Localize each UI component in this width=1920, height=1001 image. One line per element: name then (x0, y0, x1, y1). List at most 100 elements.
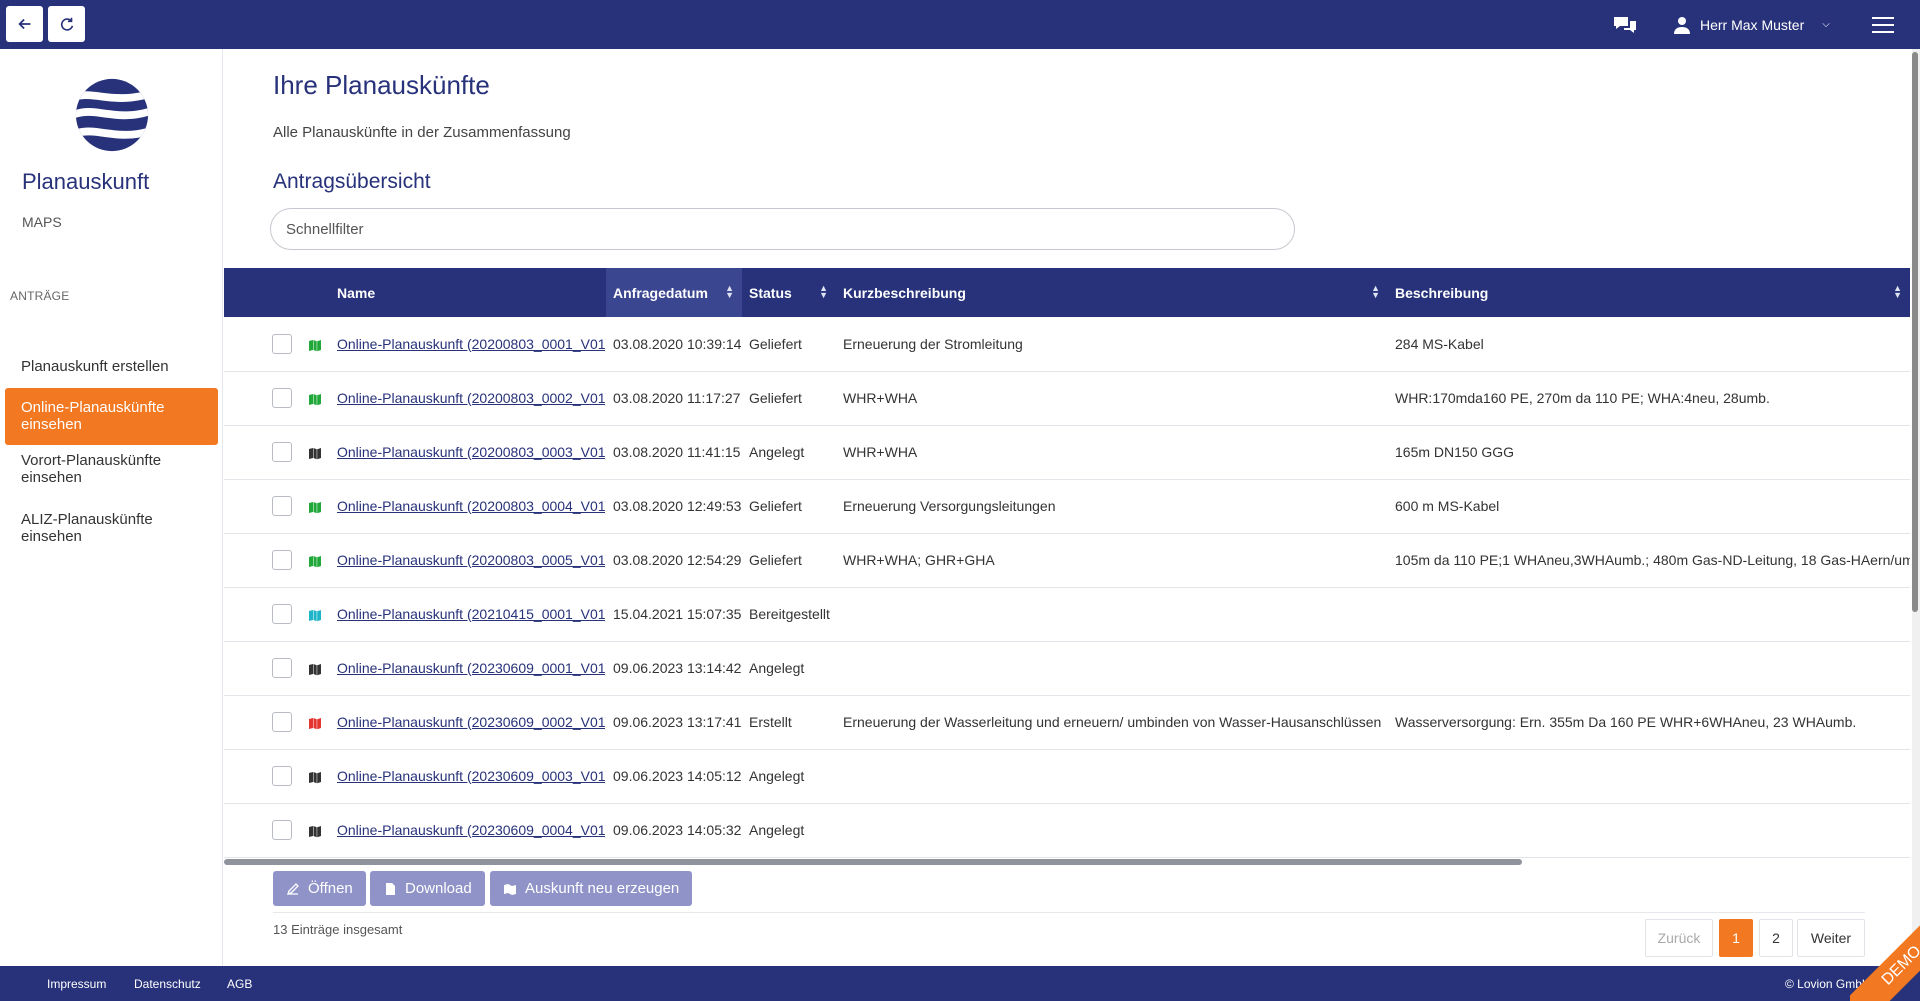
row-name-link[interactable]: Online-Planauskunft (20230609_0001_V01) (337, 660, 606, 676)
row-name-link[interactable]: Online-Planauskunft (20200803_0003_V01) (337, 444, 606, 460)
page-title: Ihre Planauskünfte (273, 70, 490, 100)
open-button-label: Öffnen (308, 880, 353, 897)
sidebar-item-aliz-planauskuenfte[interactable]: ALIZ-Planauskünfte einsehen (5, 506, 218, 565)
table-row[interactable]: Online-Planauskunft (20200803_0002_V01) 0… (224, 371, 1910, 425)
table-row[interactable]: Online-Planauskunft (20200803_0001_V01) 0… (224, 317, 1910, 371)
row-date: 03.08.2020 12:49:53 (613, 498, 742, 514)
brand-subtitle: MAPS (22, 214, 62, 230)
row-status: Geliefert (749, 552, 802, 568)
row-select-cell (224, 695, 300, 749)
chat-icon (1614, 16, 1636, 33)
sidebar-item-online-planauskuenfte[interactable]: Online-Planauskünfte einsehen (5, 388, 218, 445)
table-row[interactable]: Online-Planauskunft (20200803_0005_V01) 0… (224, 533, 1910, 587)
vertical-scrollbar[interactable] (1912, 52, 1918, 612)
row-date: 09.06.2023 13:14:42 (613, 660, 742, 676)
header-short-description[interactable]: Kurzbeschreibung ▲ ▼ (836, 268, 1388, 317)
row-name-link[interactable]: Online-Planauskunft (20200803_0002_V01) (337, 390, 606, 406)
horizontal-scrollbar[interactable] (224, 859, 1522, 865)
row-date: 03.08.2020 12:54:29 (613, 552, 742, 568)
row-date: 03.08.2020 10:39:14 (613, 335, 742, 352)
table-row[interactable]: Online-Planauskunft (20230609_0003_V01) 0… (224, 749, 1910, 803)
row-short-description: WHR+WHA; GHR+GHA (843, 552, 995, 568)
back-button[interactable] (6, 6, 43, 42)
table-row[interactable]: Online-Planauskunft (20230609_0001_V01) 0… (224, 641, 1910, 695)
map-icon (309, 609, 321, 621)
sort-icon[interactable]: ▲ ▼ (725, 284, 734, 300)
row-name-link[interactable]: Online-Planauskunft (20230609_0002_V01) (337, 714, 606, 730)
row-checkbox[interactable] (272, 550, 292, 570)
sort-icon[interactable]: ▲ ▼ (819, 284, 828, 300)
header-description[interactable]: Beschreibung ▲ ▼ (1388, 268, 1910, 317)
sidebar-item-planauskunft-erstellen[interactable]: Planauskunft erstellen (5, 354, 218, 378)
row-checkbox[interactable] (272, 388, 292, 408)
footer-impressum-link[interactable]: Impressum (47, 977, 106, 991)
table-row[interactable]: Online-Planauskunft (20230609_0002_V01) 0… (224, 695, 1910, 749)
arrow-left-icon (17, 18, 30, 30)
row-name-link[interactable]: Online-Planauskunft (20230609_0004_V01) (337, 822, 606, 838)
header-date[interactable]: Anfragedatum ▲ ▼ (606, 268, 742, 317)
row-short-description: WHR+WHA (843, 444, 918, 460)
row-date: 03.08.2020 11:17:27 (613, 390, 741, 406)
row-short-description (836, 749, 1388, 803)
header-desc-label: Beschreibung (1395, 284, 1489, 301)
row-checkbox[interactable] (272, 712, 292, 732)
row-select-cell (224, 803, 300, 857)
globe-logo-icon (75, 78, 149, 152)
row-name-cell: Online-Planauskunft (20230609_0001_V01) (330, 641, 606, 695)
row-status: Angelegt (749, 444, 805, 460)
chat-button[interactable] (1612, 0, 1638, 49)
header-name[interactable]: Name (330, 268, 606, 317)
row-name-link[interactable]: Online-Planauskunft (20200803_0001_V01) (337, 336, 606, 352)
map-icon (309, 771, 321, 783)
map-icon (309, 393, 321, 405)
row-checkbox[interactable] (272, 496, 292, 516)
row-select-cell (224, 479, 300, 533)
row-name-link[interactable]: Online-Planauskunft (20200803_0004_V01) (337, 498, 606, 514)
row-description (1388, 587, 1910, 641)
row-icon-cell (300, 317, 330, 371)
row-checkbox[interactable] (272, 820, 292, 840)
table-row[interactable]: Online-Planauskunft (20210415_0001_V01) 1… (224, 587, 1910, 641)
row-status: Angelegt (749, 768, 805, 784)
row-short-description (836, 641, 1388, 695)
table-row[interactable]: Online-Planauskunft (20230609_0004_V01) 0… (224, 803, 1910, 857)
footer-datenschutz-link[interactable]: Datenschutz (134, 977, 201, 991)
row-date: 03.08.2020 11:41:15 (613, 444, 741, 460)
section-title: Antragsübersicht (273, 170, 431, 193)
file-icon (386, 882, 395, 895)
download-button[interactable]: Download (370, 871, 485, 906)
row-checkbox[interactable] (272, 333, 292, 354)
row-name-link[interactable]: Online-Planauskunft (20210415_0001_V01) (337, 606, 606, 622)
footer: Impressum Datenschutz AGB © Lovion GmbH (0, 966, 1920, 1001)
hamburger-menu-button[interactable] (1872, 0, 1894, 49)
table-row[interactable]: Online-Planauskunft (20200803_0003_V01) 0… (224, 425, 1910, 479)
pagination-page-2[interactable]: 2 (1759, 919, 1793, 957)
pagination-page-1[interactable]: 1 (1719, 919, 1753, 957)
table-row[interactable]: Online-Planauskunft (20200803_0004_V01) 0… (224, 479, 1910, 533)
sort-icon[interactable]: ▲ ▼ (1371, 284, 1380, 300)
row-name-cell: Online-Planauskunft (20200803_0004_V01) (330, 479, 606, 533)
row-icon-cell (300, 425, 330, 479)
header-status[interactable]: Status ▲ ▼ (742, 268, 836, 317)
row-icon-cell (300, 587, 330, 641)
row-checkbox[interactable] (272, 766, 292, 786)
row-checkbox[interactable] (272, 604, 292, 624)
table-header-row: Name Anfragedatum ▲ ▼ Status ▲ ▼ Kurzbeschre… (224, 268, 1910, 317)
regenerate-button[interactable]: Auskunft neu erzeugen (490, 871, 693, 906)
sort-icon[interactable]: ▲ ▼ (1893, 284, 1902, 300)
row-checkbox[interactable] (272, 442, 292, 462)
pencil-icon (286, 882, 299, 895)
row-name-link[interactable]: Online-Planauskunft (20200803_0005_V01) (337, 552, 606, 568)
user-menu[interactable]: Herr Max Muster ⌵ (1674, 0, 1830, 49)
row-description (1388, 749, 1910, 803)
row-checkbox[interactable] (272, 658, 292, 678)
row-select-cell (224, 371, 300, 425)
sidebar-item-vorort-planauskuenfte[interactable]: Vorort-Planauskünfte einsehen (5, 447, 218, 506)
open-button[interactable]: Öffnen (273, 871, 366, 906)
row-name-link[interactable]: Online-Planauskunft (20230609_0003_V01) (337, 768, 606, 784)
footer-agb-link[interactable]: AGB (227, 977, 252, 991)
refresh-button[interactable] (48, 6, 85, 42)
row-name-cell: Online-Planauskunft (20200803_0002_V01) (330, 371, 606, 425)
quick-filter-input[interactable] (270, 208, 1295, 250)
pagination-prev-button[interactable]: Zurück (1645, 919, 1713, 957)
